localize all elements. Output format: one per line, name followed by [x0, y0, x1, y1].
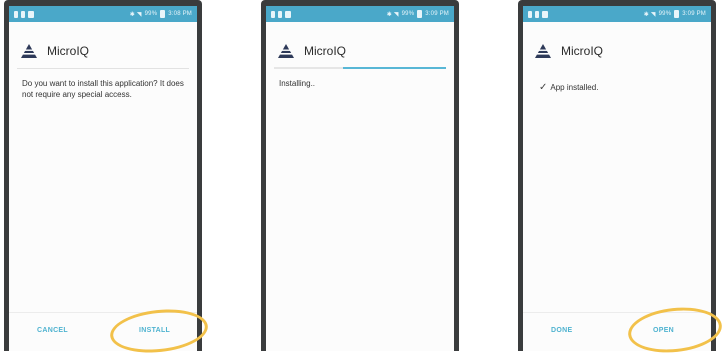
battery-icon: [160, 10, 166, 18]
notification-icon: [278, 10, 282, 18]
app-header: MicroIQ: [278, 36, 442, 66]
notification-icon: [285, 10, 291, 18]
check-icon: ✓: [539, 81, 548, 93]
done-button[interactable]: DONE: [551, 327, 572, 334]
notification-icon: [28, 10, 34, 18]
installed-text: App installed.: [550, 83, 599, 92]
status-right: ✱ ◥ 99% 3:09 PM: [387, 6, 449, 22]
app-title: MicroIQ: [561, 44, 603, 58]
app-header: MicroIQ: [21, 36, 185, 66]
install-progress-bar: [274, 67, 446, 69]
battery-percent: 99%: [658, 11, 672, 17]
divider: [17, 68, 189, 69]
screen: MicroIQ Installing..: [266, 22, 454, 351]
battery-percent: 99%: [401, 11, 415, 17]
notification-icons: [14, 6, 34, 22]
phone-installing: ✱ ◥ 99% 3:09 PM MicroIQ Installing..: [261, 0, 459, 351]
battery-icon: [674, 10, 680, 18]
status-bar: ✱ ◥ 99% 3:09 PM: [523, 6, 711, 22]
screen: MicroIQ Do you want to install this appl…: [9, 22, 197, 351]
notification-icon: [542, 10, 548, 18]
notification-icon: [528, 10, 532, 18]
screen: MicroIQ ✓ App installed. DONE OPEN: [523, 22, 711, 351]
battery-icon: [417, 10, 423, 18]
status-bar: ✱ ◥ 99% 3:08 PM: [9, 6, 197, 22]
app-title: MicroIQ: [304, 44, 346, 58]
notification-icon: [21, 10, 25, 18]
install-progress-fill: [342, 67, 446, 69]
notification-icons: [528, 6, 548, 22]
notification-icon: [535, 10, 539, 18]
microiq-logo-icon: [535, 44, 551, 58]
cancel-button[interactable]: CANCEL: [37, 327, 68, 334]
status-time: 3:09 PM: [682, 11, 706, 17]
installed-message: ✓ App installed.: [539, 82, 701, 93]
status-right: ✱ ◥ 99% 3:08 PM: [130, 6, 192, 22]
status-time: 3:09 PM: [425, 11, 449, 17]
app-title: MicroIQ: [47, 44, 89, 58]
battery-percent: 99%: [144, 11, 158, 17]
status-right: ✱ ◥ 99% 3:09 PM: [644, 6, 706, 22]
installing-text: Installing..: [279, 79, 316, 88]
signal-icon: ✱ ◥: [386, 11, 399, 18]
microiq-logo-icon: [21, 44, 37, 58]
notification-icons: [271, 6, 291, 22]
app-header: MicroIQ: [535, 36, 699, 66]
install-prompt-text: Do you want to install this application?…: [22, 79, 184, 99]
notification-icon: [271, 10, 275, 18]
signal-icon: ✱ ◥: [129, 11, 142, 18]
microiq-logo-icon: [278, 44, 294, 58]
status-bar: ✱ ◥ 99% 3:09 PM: [266, 6, 454, 22]
signal-icon: ✱ ◥: [643, 11, 656, 18]
phone-install-prompt: ✱ ◥ 99% 3:08 PM MicroIQ Do you want to i…: [4, 0, 202, 351]
status-time: 3:08 PM: [168, 11, 192, 17]
phone-installed: ✱ ◥ 99% 3:09 PM MicroIQ ✓ App installed.…: [518, 0, 716, 351]
notification-icon: [14, 10, 18, 18]
